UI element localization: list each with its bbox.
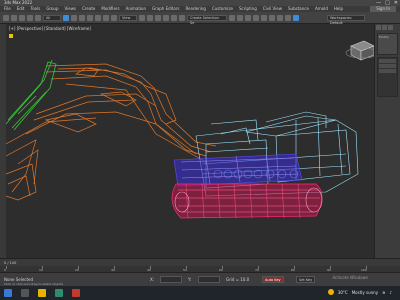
engine-wireframe (173, 153, 303, 187)
main-toolbar: All View Create Selection Se Workspaces:… (0, 12, 400, 25)
undo-icon[interactable] (3, 14, 9, 21)
layer-icon[interactable] (245, 14, 251, 21)
material-editor-icon[interactable] (269, 14, 275, 21)
time-slider-frame: 0 / 100 (4, 261, 17, 265)
command-panel: Modify (374, 24, 400, 258)
render-icon[interactable] (293, 14, 299, 21)
angle-snap-icon[interactable] (163, 14, 169, 21)
viewcube-icon[interactable] (345, 40, 374, 61)
modifier-stack[interactable] (377, 57, 398, 97)
grid-size: Grid = 10.0 (226, 277, 250, 282)
redo-icon[interactable] (11, 14, 17, 21)
percent-snap-icon[interactable] (171, 14, 177, 21)
selection-filter-dropdown[interactable]: All (43, 14, 61, 21)
select-by-name-icon[interactable] (71, 14, 77, 21)
system-tray: 30°C Mostly sunny ≋ ♪ (327, 289, 396, 295)
perspective-viewport[interactable]: [+] [Perspective] [Standard] [Wireframe] (6, 24, 374, 258)
curve-editor-icon[interactable] (253, 14, 259, 21)
mirror-icon[interactable] (229, 14, 235, 21)
modify-tab[interactable] (382, 25, 387, 30)
auto-key-button[interactable]: Auto Key (262, 276, 284, 283)
move-icon[interactable] (95, 14, 101, 21)
start-icon[interactable] (4, 289, 12, 297)
modifier-slot[interactable] (379, 59, 396, 63)
weather-temperature: 30°C (337, 289, 348, 295)
modifier-list-box[interactable]: Modify (377, 33, 398, 55)
create-tab[interactable] (376, 25, 381, 30)
selection-set-field[interactable]: Create Selection Se (187, 14, 227, 25)
track-tick (6, 266, 7, 269)
render-setup-icon[interactable] (277, 14, 283, 21)
manipulate-icon[interactable] (147, 14, 153, 21)
x-coordinate-field[interactable] (160, 276, 182, 283)
pivot-icon[interactable] (139, 14, 145, 21)
snaps-toggle-icon[interactable] (155, 14, 161, 21)
volume-icon[interactable]: ♪ (389, 290, 392, 295)
search-icon[interactable] (21, 289, 29, 297)
select-object-icon[interactable] (63, 14, 69, 21)
window-title: 3ds Max 2022 (4, 0, 33, 5)
crawler-track-wireframe (171, 183, 323, 219)
link-icon[interactable] (19, 14, 25, 21)
workspace-dropdown[interactable]: Workspaces: Default (327, 14, 365, 25)
status-bar: None Selected Click or click-and-drag to… (0, 272, 400, 286)
file-explorer-icon[interactable] (38, 289, 46, 297)
modifier-slot[interactable] (379, 69, 396, 73)
network-icon[interactable]: ≋ (382, 290, 385, 295)
rotate-icon[interactable] (103, 14, 109, 21)
3dsmax-taskbar-icon[interactable] (55, 289, 63, 297)
time-slider[interactable]: 0 / 100 (0, 258, 400, 266)
scale-icon[interactable] (111, 14, 117, 21)
excavator-wireframe (6, 40, 374, 219)
hierarchy-tab[interactable] (388, 25, 393, 30)
set-key-button[interactable]: Set Key (296, 276, 316, 283)
app-taskbar-icon[interactable] (72, 289, 80, 297)
modifier-slot[interactable] (379, 64, 396, 68)
spinner-snap-icon[interactable] (179, 14, 185, 21)
y-coordinate-field[interactable] (198, 276, 220, 283)
y-coordinate-label: Y: (188, 277, 192, 282)
render-frame-icon[interactable] (285, 14, 291, 21)
bind-space-warp-icon[interactable] (35, 14, 41, 21)
align-icon[interactable] (237, 14, 243, 21)
windows-taskbar: 30°C Mostly sunny ≋ ♪ (0, 286, 400, 300)
window-crossing-icon[interactable] (87, 14, 93, 21)
rectangle-selection-icon[interactable] (79, 14, 85, 21)
weather-description: Mostly sunny (351, 289, 379, 295)
weather-icon (327, 289, 334, 295)
unlink-icon[interactable] (27, 14, 33, 21)
schematic-view-icon[interactable] (261, 14, 267, 21)
x-coordinate-label: X: (150, 277, 155, 282)
command-panel-title: Modify (379, 35, 389, 39)
reference-coordinate-dropdown[interactable]: View (119, 14, 137, 21)
activate-windows-watermark: Activate Windows (332, 275, 368, 280)
command-panel-tabs (375, 24, 400, 31)
